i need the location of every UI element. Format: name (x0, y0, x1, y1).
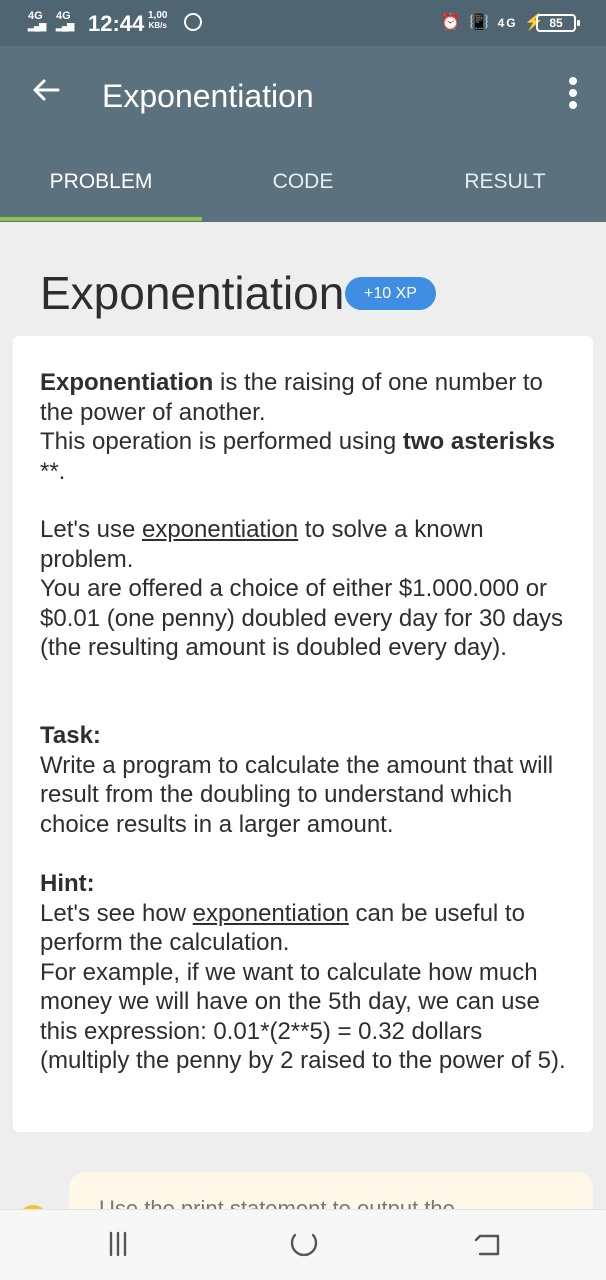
system-nav-bar (0, 1209, 606, 1280)
hint-text: For example, if we want to calculate how… (40, 958, 566, 1075)
problem-start: Let's use (40, 516, 142, 543)
sim1-signal: 4G ▂▄▆ (28, 11, 46, 32)
vibrate-icon: 📳 (469, 14, 492, 31)
hint-label: Hint: (40, 870, 95, 897)
whatsapp-icon (184, 13, 202, 31)
tab-indicator (0, 217, 202, 221)
more-vert-icon[interactable] (568, 76, 578, 121)
back-arrow-icon[interactable] (470, 1226, 506, 1262)
status-time: 12:44 (88, 11, 145, 36)
task-paragraph: Task: Write a program to calculate the am… (40, 721, 570, 839)
intro-paragraph: Exponentiation is the raising of one num… (40, 368, 570, 486)
speed-value: 1,00 (148, 10, 168, 21)
intro-asterisks: **. (40, 457, 66, 485)
problem-offer: You are offered a choice of either $1.00… (40, 575, 564, 661)
problem-paragraph: Let's use exponentiation to solve a know… (40, 515, 570, 663)
task-label: Task: (40, 722, 101, 749)
tab-code[interactable]: CODE (202, 170, 404, 194)
lesson-heading: Exponentiation (40, 267, 345, 319)
intro-line2: This operation is performed using (40, 428, 403, 455)
battery-icon: 85 (536, 14, 580, 32)
hint-paragraph: Hint: Let's see how exponentiation can be… (40, 869, 570, 1076)
task-text: Write a program to calculate the amount … (40, 751, 554, 838)
home-arc-icon[interactable] (284, 1226, 324, 1262)
speed-unit: KB/s (148, 21, 167, 30)
exponentiation-link[interactable]: exponentiation (142, 516, 298, 543)
menu-lines-icon[interactable] (100, 1226, 136, 1262)
network-type: 4G (497, 16, 518, 30)
tab-result[interactable]: RESULT (404, 170, 606, 194)
app-bar: Exponentiation (0, 46, 606, 144)
arrow-left-icon[interactable] (30, 74, 62, 115)
lesson-card: Exponentiation is the raising of one num… (13, 336, 593, 1132)
signal-bars-icon: ▂▄▆ (28, 21, 46, 31)
alarm-icon: ⏰ (440, 14, 463, 31)
status-bar: 4G ▂▄▆ 4G ▂▄▆ 12:44 1,00 KB/s ⏰ 📳 4G ⚡ 8… (0, 0, 606, 46)
signal-bars-icon: ▂▄▆ (56, 21, 74, 31)
xp-badge: +10 XP (345, 277, 436, 310)
tab-bar: PROBLEM CODE RESULT (0, 144, 606, 222)
sim2-signal: 4G ▂▄▆ (56, 11, 74, 32)
battery-level: 85 (549, 16, 563, 30)
app-bar-title: Exponentiation (102, 78, 314, 114)
network-speed: 1,00 KB/s (148, 11, 167, 31)
exponentiation-link[interactable]: exponentiation (193, 900, 349, 927)
tab-problem[interactable]: PROBLEM (0, 170, 202, 194)
hint-start: Let's see how (40, 899, 193, 927)
intro-bold-two: two asterisks (402, 428, 555, 455)
status-icons: ⏰ 📳 4G ⚡ (441, 12, 546, 32)
intro-term: Exponentiation (40, 369, 214, 396)
